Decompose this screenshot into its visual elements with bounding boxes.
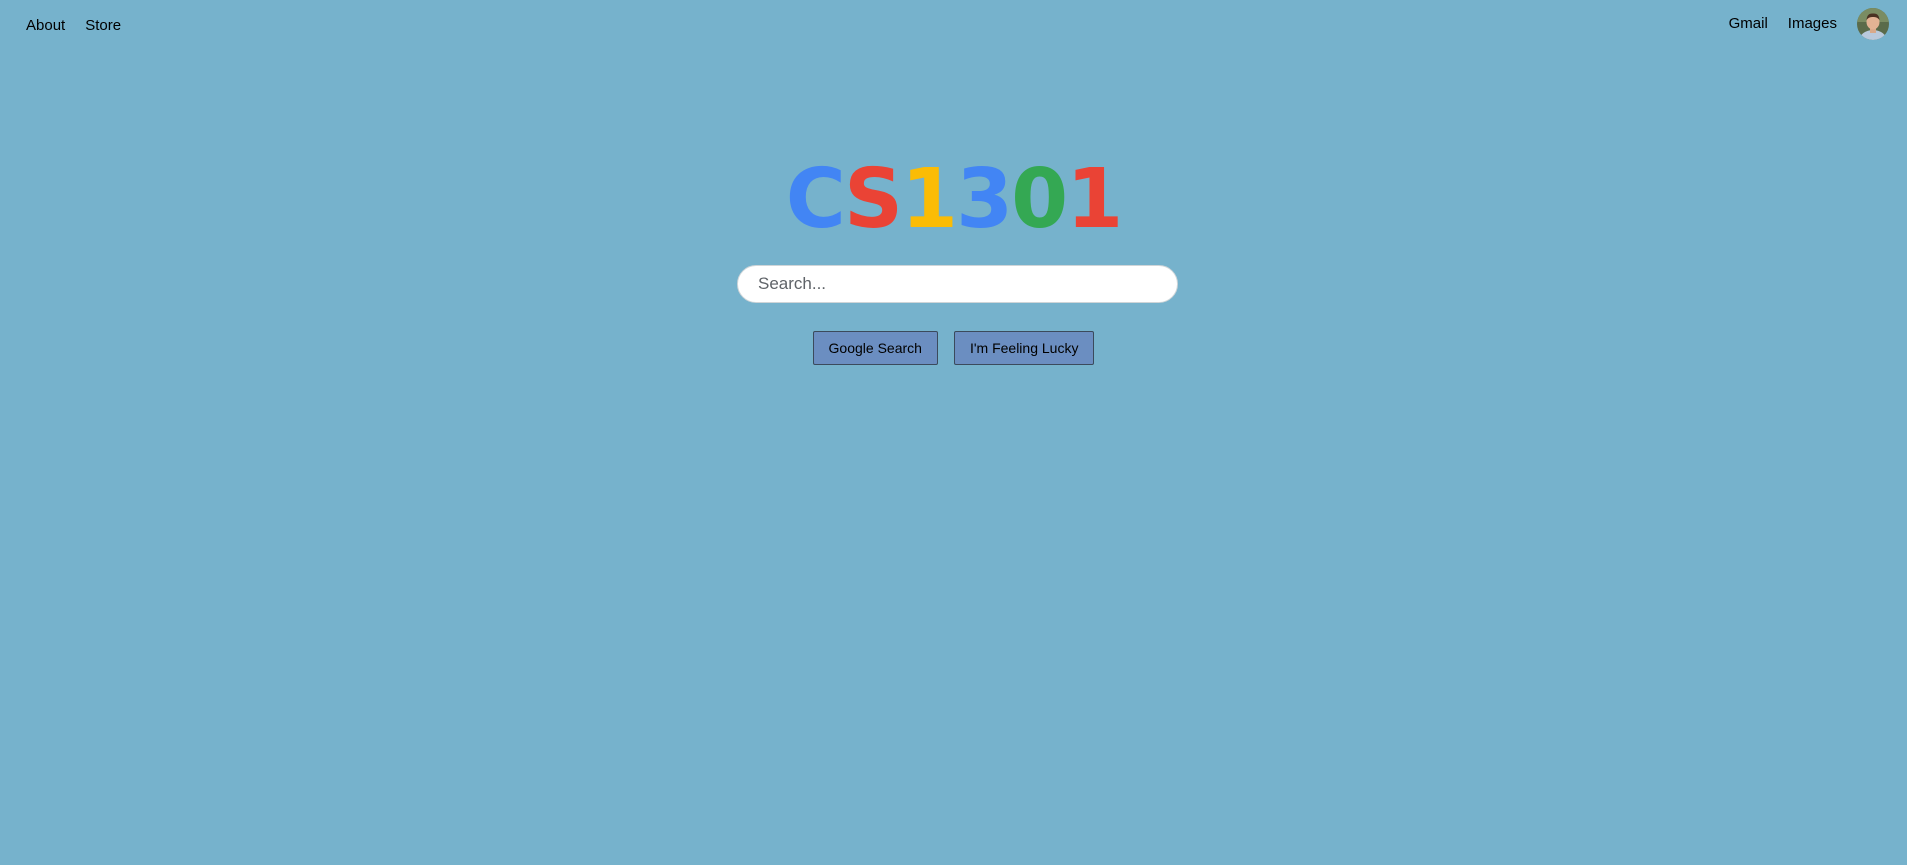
search-input[interactable]	[758, 266, 1158, 302]
nav-left: About Store	[26, 17, 121, 35]
google-search-button[interactable]: Google Search	[812, 331, 938, 365]
about-link[interactable]: About	[26, 17, 65, 35]
search-box	[737, 265, 1178, 303]
feeling-lucky-button[interactable]: I'm Feeling Lucky	[953, 331, 1095, 365]
logo-letter: 3	[956, 152, 1013, 247]
nav-right: Gmail Images	[1729, 8, 1889, 40]
button-row: Google Search I'm Feeling Lucky	[0, 331, 1907, 365]
gmail-link[interactable]: Gmail	[1729, 15, 1768, 33]
logo-letter: 1	[901, 152, 958, 247]
user-avatar-icon	[1857, 8, 1889, 40]
images-link[interactable]: Images	[1788, 15, 1837, 33]
store-link[interactable]: Store	[85, 17, 121, 35]
logo-letter: S	[843, 152, 903, 247]
avatar[interactable]	[1857, 8, 1889, 40]
logo: CS1301	[0, 155, 1907, 245]
logo-letter: 1	[1066, 152, 1123, 247]
logo-letter: C	[785, 152, 846, 247]
logo-letter: 0	[1011, 152, 1068, 247]
top-bar: About Store Gmail Images	[0, 0, 1907, 52]
